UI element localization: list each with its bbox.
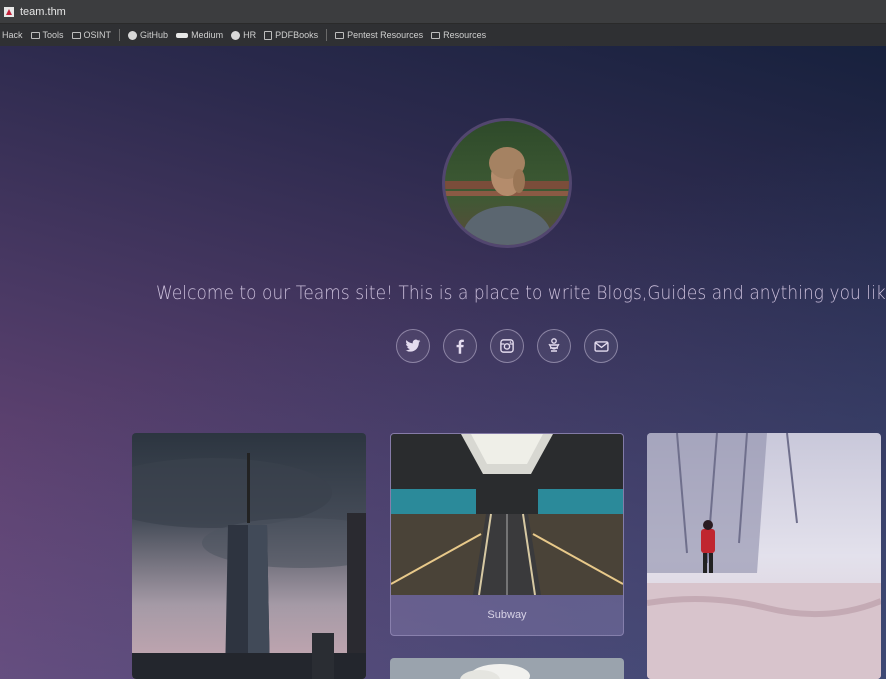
facebook-icon [456, 339, 464, 354]
medium-icon [176, 32, 189, 38]
email-button[interactable] [584, 329, 618, 363]
social-button[interactable] [537, 329, 571, 363]
social-icon [548, 338, 560, 352]
twitter-button[interactable] [396, 329, 430, 363]
bookmark-tools[interactable]: Tools [30, 30, 64, 40]
instagram-icon [500, 339, 514, 353]
instagram-button[interactable] [490, 329, 524, 363]
bookmark-separator [119, 29, 121, 41]
bookmark-resources[interactable]: Resources [431, 30, 486, 40]
gallery-card-subway[interactable]: Subway [390, 433, 624, 636]
gallery-card[interactable] [390, 658, 624, 679]
social-links [396, 329, 618, 363]
globe-icon [231, 30, 241, 40]
bookmark-osint[interactable]: OSINT [71, 30, 111, 40]
github-icon [128, 30, 138, 40]
folder-icon [71, 31, 81, 39]
mail-icon [593, 340, 609, 352]
bookmark-separator [326, 29, 328, 41]
facebook-button[interactable] [443, 329, 477, 363]
gallery-card[interactable] [647, 433, 881, 679]
bookmark-pdfbooks[interactable]: PDFBooks [264, 30, 318, 40]
tab-favicon-icon [4, 6, 14, 17]
bookmark-hr[interactable]: HR [231, 30, 256, 40]
avatar-photo [445, 121, 569, 245]
bookmark-medium[interactable]: Medium [176, 30, 223, 40]
tab-title: team.thm [20, 5, 66, 18]
snow-photo [647, 433, 881, 679]
book-icon [264, 30, 273, 40]
avatar [442, 118, 572, 248]
welcome-text: Welcome to our Teams site! This is a pla… [156, 282, 886, 304]
gallery-card[interactable] [132, 433, 366, 679]
folder-icon [431, 31, 441, 39]
browser-tab[interactable]: team.thm [0, 0, 886, 24]
bookmark-hack[interactable]: Hack [2, 30, 23, 40]
folder-icon [30, 31, 40, 39]
folder-icon [335, 31, 345, 39]
page-content: Welcome to our Teams site! This is a pla… [0, 46, 886, 679]
skyscraper-photo [132, 433, 366, 679]
bookmark-github[interactable]: GitHub [128, 30, 168, 40]
subway-photo [391, 434, 623, 595]
clouds-photo [390, 658, 624, 679]
bookmarks-bar: Hack Tools OSINT GitHub Medium HR PDFBoo… [0, 24, 886, 46]
card-caption: Subway [487, 609, 527, 621]
twitter-icon [405, 339, 421, 352]
bookmark-pentest-resources[interactable]: Pentest Resources [335, 30, 423, 40]
